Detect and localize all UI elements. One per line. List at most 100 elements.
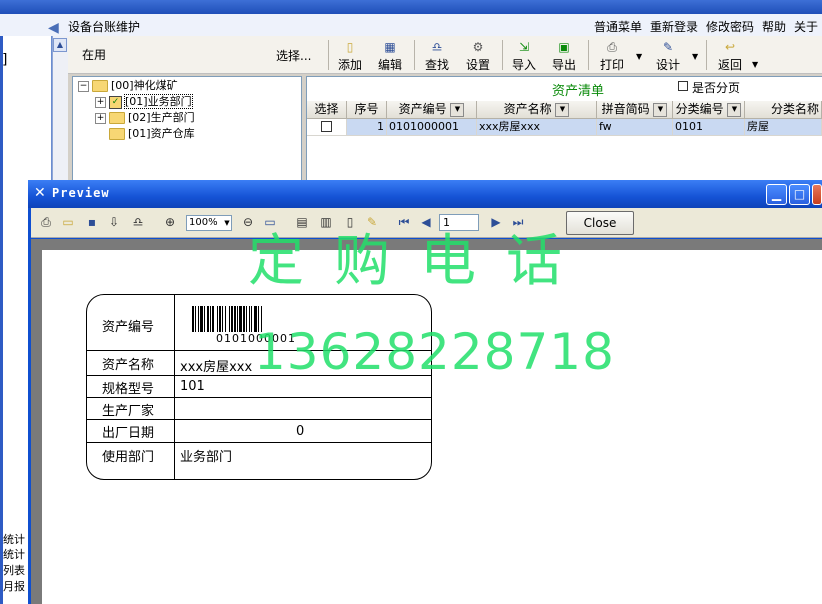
tree-node-root[interactable]: − [00]神化煤矿 bbox=[78, 78, 178, 94]
barcode-bar bbox=[249, 306, 250, 332]
left-nav-stat-2[interactable]: 统计 bbox=[3, 548, 25, 561]
open-folder-icon[interactable]: ▭ bbox=[60, 214, 76, 230]
barcode-bar bbox=[222, 306, 223, 332]
paging-checkbox[interactable] bbox=[678, 81, 688, 91]
design-button[interactable]: ✎ 设计 bbox=[654, 40, 682, 72]
filter-input[interactable] bbox=[78, 44, 274, 64]
document-icon: ▯ bbox=[346, 40, 354, 54]
print-button[interactable]: ⎙ 打印 bbox=[598, 40, 626, 72]
zoom-dropdown-icon[interactable]: ▼ bbox=[222, 216, 232, 230]
folder-icon bbox=[92, 80, 108, 92]
settings-label: 设置 bbox=[465, 58, 490, 72]
return-button[interactable]: ↩ 返回 bbox=[716, 40, 744, 72]
barcode-bar bbox=[210, 306, 211, 332]
card-divider bbox=[86, 397, 432, 398]
barcode-bar bbox=[217, 306, 218, 332]
card-value-dept: 业务部门 bbox=[180, 450, 233, 465]
barcode-bar bbox=[234, 306, 236, 332]
card-label-name: 资产名称 bbox=[102, 358, 155, 373]
menu-normal[interactable]: 普通菜单 bbox=[594, 18, 642, 35]
toolbar-separator bbox=[328, 40, 329, 70]
barcode-bar bbox=[192, 306, 194, 332]
column-header-class-code[interactable]: 分类编号 ▼ bbox=[673, 101, 745, 119]
table-cell-class-code[interactable]: 0101 bbox=[673, 119, 745, 136]
design-label: 设计 bbox=[655, 58, 680, 72]
table-cell-pinyin[interactable]: fw bbox=[597, 119, 673, 136]
card-divider bbox=[86, 442, 432, 443]
barcode-bar bbox=[204, 306, 205, 332]
settings-button[interactable]: ⚙ 设置 bbox=[464, 40, 492, 72]
left-nav-stat-1[interactable]: 统计 bbox=[3, 533, 25, 546]
card-label-dept: 使用部门 bbox=[102, 450, 155, 465]
export-button[interactable]: ▣ 导出 bbox=[550, 40, 578, 72]
column-header-select[interactable]: 选择 bbox=[307, 101, 347, 119]
column-dropdown-icon[interactable]: ▼ bbox=[653, 102, 668, 117]
table-cell-name[interactable]: xxx房屋xxx bbox=[477, 119, 597, 136]
tree-node-warehouse[interactable]: [01]资产仓库 bbox=[109, 126, 195, 142]
design-dropdown-icon[interactable]: ▼ bbox=[692, 52, 698, 61]
toolbar-separator bbox=[502, 40, 503, 70]
paging-label: 是否分页 bbox=[692, 81, 741, 95]
menu-change-password[interactable]: 修改密码 bbox=[706, 18, 754, 35]
barcode-bar bbox=[198, 306, 199, 332]
print-dropdown-icon[interactable]: ▼ bbox=[636, 52, 642, 61]
barcode-bar bbox=[219, 306, 221, 332]
barcode-bar bbox=[207, 306, 209, 332]
export-icon: ▣ bbox=[558, 40, 570, 54]
expand-icon[interactable]: + bbox=[95, 96, 106, 108]
collapse-icon[interactable]: − bbox=[78, 80, 89, 92]
select-button[interactable]: 选择... bbox=[276, 47, 311, 64]
find-label: 查找 bbox=[424, 58, 449, 72]
toolbar-separator bbox=[588, 40, 589, 70]
grid-icon: ▦ bbox=[384, 40, 396, 54]
export-icon[interactable]: ⇩ bbox=[106, 214, 122, 230]
menu-about[interactable]: 关于 bbox=[794, 18, 818, 35]
barcode-bar bbox=[237, 306, 238, 332]
expand-icon[interactable]: + bbox=[95, 112, 106, 124]
column-header-code[interactable]: 资产编号 ▼ bbox=[387, 101, 477, 119]
preview-title: Preview bbox=[52, 186, 110, 200]
print-icon[interactable]: ⎙ bbox=[38, 214, 54, 230]
column-header-seq[interactable]: 序号 bbox=[347, 101, 387, 119]
column-header-pinyin[interactable]: 拼音简码 ▼ bbox=[597, 101, 673, 119]
menu-relogin[interactable]: 重新登录 bbox=[650, 18, 698, 35]
tree-node-business[interactable]: + ✓ [01]业务部门 bbox=[95, 94, 193, 110]
menu-help[interactable]: 帮助 bbox=[762, 18, 786, 35]
folder-icon bbox=[109, 112, 125, 124]
column-header-name[interactable]: 资产名称 ▼ bbox=[477, 101, 597, 119]
return-dropdown-icon[interactable]: ▼ bbox=[752, 60, 758, 69]
column-header-label: 资产编号 bbox=[398, 102, 447, 116]
column-dropdown-icon[interactable]: ▼ bbox=[727, 102, 742, 117]
preview-titlebar[interactable] bbox=[28, 180, 822, 208]
scrollbar[interactable] bbox=[52, 36, 68, 186]
design-icon: ✎ bbox=[662, 40, 674, 54]
column-dropdown-icon[interactable]: ▼ bbox=[450, 102, 465, 117]
minimize-icon[interactable]: ▁ bbox=[766, 184, 787, 205]
table-cell-class-name[interactable]: 房屋 bbox=[745, 119, 822, 136]
edit-button[interactable]: ▦ 编辑 bbox=[376, 40, 404, 72]
card-divider bbox=[86, 419, 432, 420]
return-icon: ↩ bbox=[724, 40, 736, 54]
import-button[interactable]: ⇲ 导入 bbox=[510, 40, 538, 72]
find-icon[interactable]: ♎ bbox=[130, 214, 146, 230]
left-nav-list[interactable]: 列表 bbox=[3, 564, 25, 577]
back-arrow-icon[interactable]: ◀ bbox=[48, 20, 62, 36]
left-nav-monthly[interactable]: 月报 bbox=[3, 580, 25, 593]
find-button[interactable]: ♎ 查找 bbox=[423, 40, 451, 72]
tree-label: [00]神化煤矿 bbox=[111, 79, 178, 92]
barcode-bar bbox=[231, 306, 233, 332]
column-dropdown-icon[interactable]: ▼ bbox=[555, 102, 570, 117]
tree-node-production[interactable]: + [02]生产部门 bbox=[95, 110, 195, 126]
checked-folder-icon: ✓ bbox=[109, 95, 122, 109]
save-icon[interactable]: ▪ bbox=[84, 214, 100, 230]
table-cell-seq[interactable]: 1 bbox=[347, 119, 387, 136]
window-close-icon[interactable] bbox=[812, 184, 822, 205]
maximize-icon[interactable]: □ bbox=[789, 184, 810, 205]
table-cell-code[interactable]: 0101000001 bbox=[387, 119, 477, 136]
zoom-in-icon[interactable]: ⊕ bbox=[162, 214, 178, 230]
tree-label: [02]生产部门 bbox=[128, 111, 195, 124]
row-checkbox[interactable] bbox=[321, 121, 332, 132]
column-header-class-name[interactable]: 分类名称 bbox=[745, 101, 822, 119]
add-button[interactable]: ▯ 添加 bbox=[336, 40, 364, 72]
scroll-up-icon[interactable]: ▲ bbox=[53, 38, 67, 52]
